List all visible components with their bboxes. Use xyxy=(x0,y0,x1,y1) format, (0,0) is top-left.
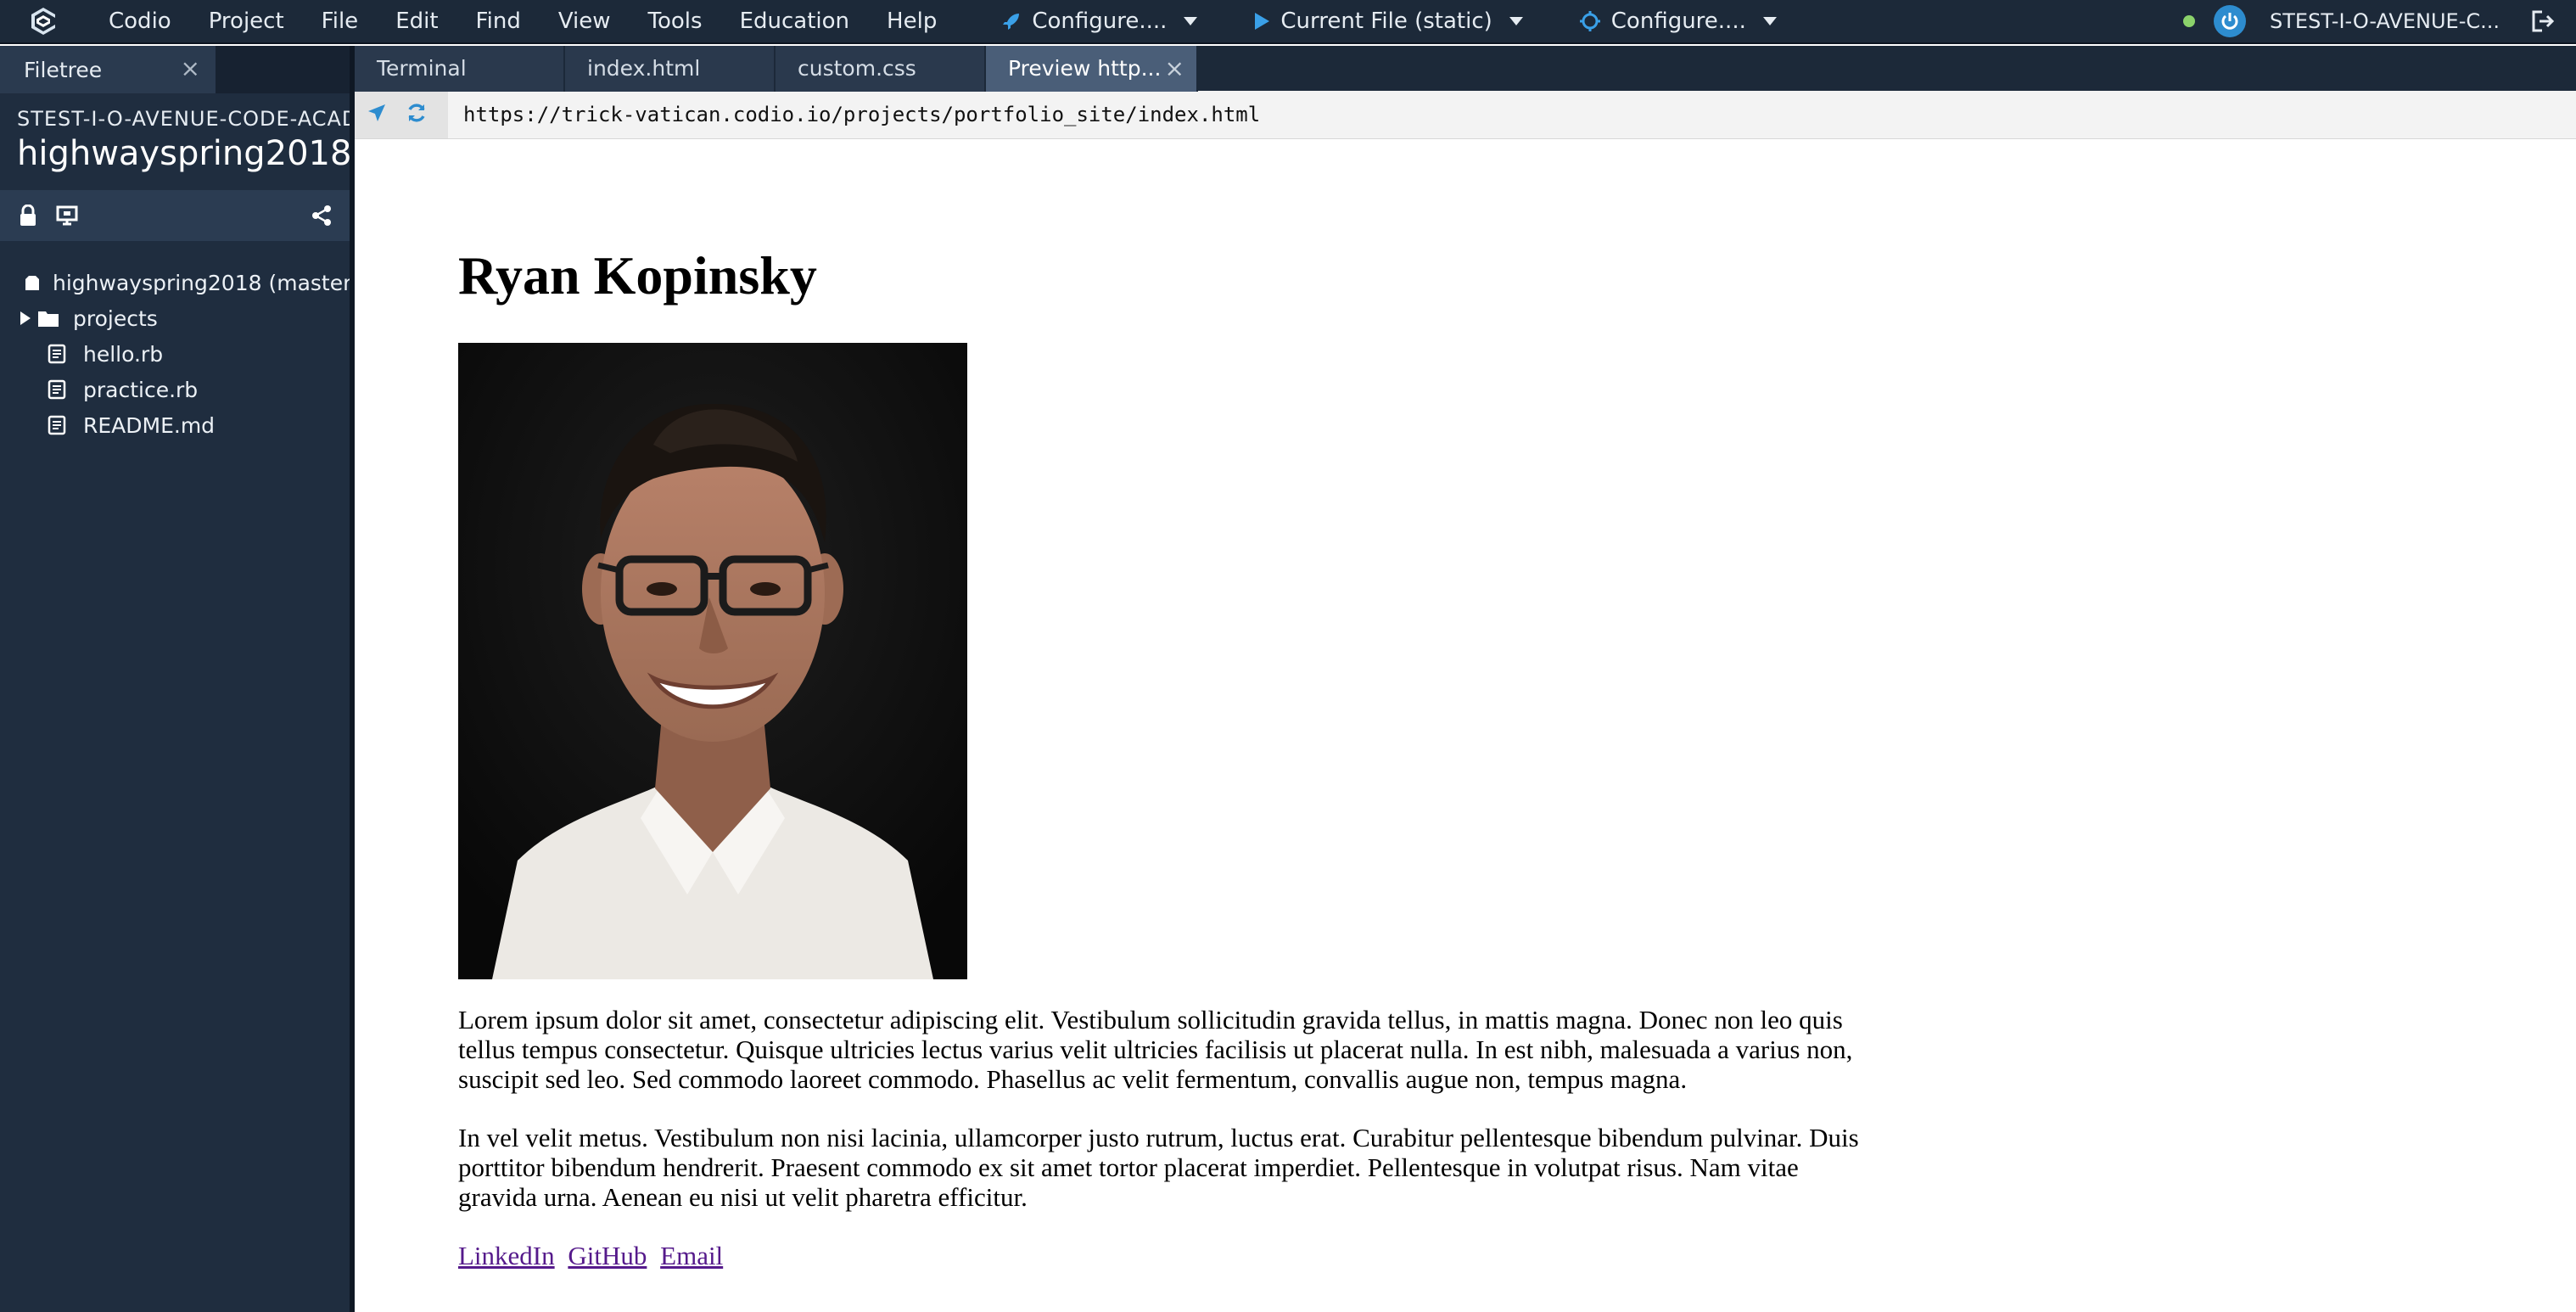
page-heading: Ryan Kopinsky xyxy=(458,245,817,306)
social-links: LinkedIn GitHub Email xyxy=(458,1241,1884,1271)
preview-nav-buttons xyxy=(355,91,448,138)
menu-education[interactable]: Education xyxy=(721,0,868,43)
sidebar-tab-strip: Filetree × xyxy=(0,46,350,93)
menu-file[interactable]: File xyxy=(303,0,378,43)
power-icon[interactable] xyxy=(2214,5,2247,37)
caret-right-icon[interactable] xyxy=(14,311,37,325)
github-link[interactable]: GitHub xyxy=(568,1241,647,1270)
file-icon xyxy=(48,344,73,364)
file-icon xyxy=(48,415,73,435)
preview-tab-label: Preview http... xyxy=(1008,56,1162,81)
logout-icon[interactable] xyxy=(2530,8,2556,34)
navigate-icon[interactable] xyxy=(367,103,387,126)
tree-item-label: highwayspring2018 (master) xyxy=(53,270,350,295)
profile-photo xyxy=(458,343,967,980)
filetree-sidebar: Filetree × STEST-I-O-AVENUE-CODE-ACADEMY… xyxy=(0,46,350,1312)
deploy-label: Configure.... xyxy=(1032,8,1168,34)
bio-paragraph-2: In vel velit metus. Vestibulum non nisi … xyxy=(458,1123,1859,1213)
tab-preview[interactable]: Preview http... × xyxy=(986,46,1198,92)
file-icon xyxy=(48,379,73,400)
run-label: Current File (static) xyxy=(1280,8,1492,34)
caret-down-icon xyxy=(1762,17,1777,25)
sidebar-toolbar xyxy=(0,190,350,241)
caret-down-icon xyxy=(1509,17,1523,25)
run-dropdown[interactable]: Current File (static) xyxy=(1241,0,1534,43)
connection-status-dot xyxy=(2183,15,2196,27)
close-icon[interactable]: × xyxy=(1165,46,1184,92)
preview-label: Configure.... xyxy=(1610,8,1746,34)
project-owner: STEST-I-O-AVENUE-CODE-ACADEMY xyxy=(17,107,350,131)
menu-help[interactable]: Help xyxy=(868,0,955,43)
menu-codio[interactable]: Codio xyxy=(90,0,190,43)
tab-filetree[interactable]: Filetree × xyxy=(0,46,216,93)
preview-page: Ryan Kopinsky Lorem ipsum dolor sit amet… xyxy=(458,156,1884,1271)
rocket-icon xyxy=(1001,11,1022,31)
editor-area: Terminal index.html custom.css Preview h… xyxy=(355,46,2576,1312)
filetree-tab-label: Filetree xyxy=(24,57,103,82)
menu-tools[interactable]: Tools xyxy=(630,0,721,43)
preview-dropdown[interactable]: Configure.... xyxy=(1567,0,1789,43)
user-account[interactable]: STEST-I-O-AVENUE-C... xyxy=(2270,9,2500,33)
monitor-icon[interactable] xyxy=(56,205,78,226)
deploy-dropdown[interactable]: Configure.... xyxy=(989,0,1209,43)
file-tree: highwayspring2018 (master) projects hell… xyxy=(0,265,350,443)
tree-item-hello-rb[interactable]: hello.rb xyxy=(0,336,350,372)
menu-edit[interactable]: Edit xyxy=(377,0,456,43)
folder-icon xyxy=(37,309,63,328)
bio-paragraph-1: Lorem ipsum dolor sit amet, consectetur … xyxy=(458,1005,1853,1095)
linkedin-link[interactable]: LinkedIn xyxy=(458,1241,555,1270)
project-name: highwayspring2018 xyxy=(17,134,350,173)
share-icon[interactable] xyxy=(311,205,333,227)
tab-custom-css[interactable]: custom.css xyxy=(776,46,986,92)
tree-root[interactable]: highwayspring2018 (master) xyxy=(0,265,350,300)
tab-index-html[interactable]: index.html xyxy=(565,46,776,92)
lock-icon[interactable] xyxy=(19,205,37,227)
preview-url-bar xyxy=(355,91,2576,139)
email-link[interactable]: Email xyxy=(660,1241,723,1270)
close-icon[interactable]: × xyxy=(181,56,200,81)
tree-item-readme[interactable]: README.md xyxy=(0,407,350,443)
editor-tab-strip: Terminal index.html custom.css Preview h… xyxy=(355,46,2576,92)
tree-item-practice-rb[interactable]: practice.rb xyxy=(0,372,350,407)
tree-item-label: practice.rb xyxy=(83,377,199,402)
url-input[interactable] xyxy=(448,91,2576,138)
menu-view[interactable]: View xyxy=(540,0,630,43)
repo-icon xyxy=(22,272,42,293)
menu-project[interactable]: Project xyxy=(190,0,303,43)
tree-item-label: README.md xyxy=(83,412,216,438)
codio-logo-icon[interactable] xyxy=(19,0,68,43)
preview-icon xyxy=(1579,10,1601,32)
menu-find[interactable]: Find xyxy=(457,0,540,43)
top-menu-bar: Codio Project File Edit Find View Tools … xyxy=(0,0,2576,44)
tree-item-projects[interactable]: projects xyxy=(0,300,350,336)
tree-item-label: projects xyxy=(73,306,158,331)
refresh-icon[interactable] xyxy=(406,102,428,127)
play-icon xyxy=(1253,12,1270,31)
tree-item-label: hello.rb xyxy=(83,341,164,367)
caret-down-icon xyxy=(1184,17,1198,25)
tab-terminal[interactable]: Terminal xyxy=(355,46,565,92)
